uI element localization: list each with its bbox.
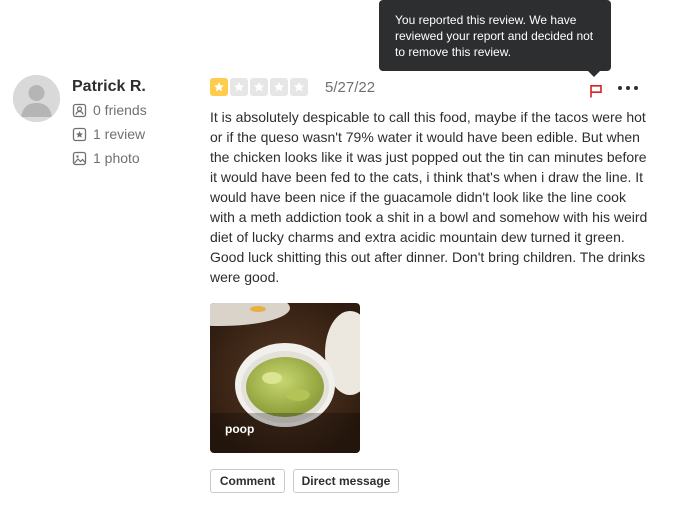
avatar[interactable] bbox=[13, 75, 60, 122]
tooltip-text: You reported this review. We have review… bbox=[395, 13, 594, 59]
photo-icon bbox=[72, 151, 87, 166]
star-empty-icon bbox=[270, 78, 288, 96]
direct-message-button[interactable]: Direct message bbox=[293, 469, 399, 493]
reviews-count: 1 review bbox=[72, 125, 145, 143]
user-name[interactable]: Patrick R. bbox=[72, 78, 146, 96]
report-status-tooltip: You reported this review. We have review… bbox=[379, 0, 611, 71]
reviews-count-text: 1 review bbox=[93, 126, 146, 142]
photos-count-text: 1 photo bbox=[93, 150, 140, 166]
star-empty-icon bbox=[230, 78, 248, 96]
friends-count: 0 friends bbox=[72, 101, 147, 119]
photo-caption: poop bbox=[225, 422, 255, 436]
star-empty-icon bbox=[250, 78, 268, 96]
photos-count: 1 photo bbox=[72, 149, 140, 167]
review-date: 5/27/22 bbox=[325, 79, 376, 96]
star-rating bbox=[210, 78, 310, 96]
tooltip-arrow bbox=[587, 70, 601, 77]
review-text: It is absolutely despicable to call this… bbox=[210, 109, 648, 285]
review-star-icon bbox=[72, 127, 87, 142]
more-options-icon[interactable] bbox=[616, 79, 640, 97]
friends-count-text: 0 friends bbox=[93, 102, 147, 118]
flag-icon[interactable] bbox=[589, 84, 603, 98]
friends-icon bbox=[72, 103, 87, 118]
star-empty-icon bbox=[290, 78, 308, 96]
comment-button[interactable]: Comment bbox=[210, 469, 285, 493]
star-filled-icon bbox=[210, 78, 228, 96]
